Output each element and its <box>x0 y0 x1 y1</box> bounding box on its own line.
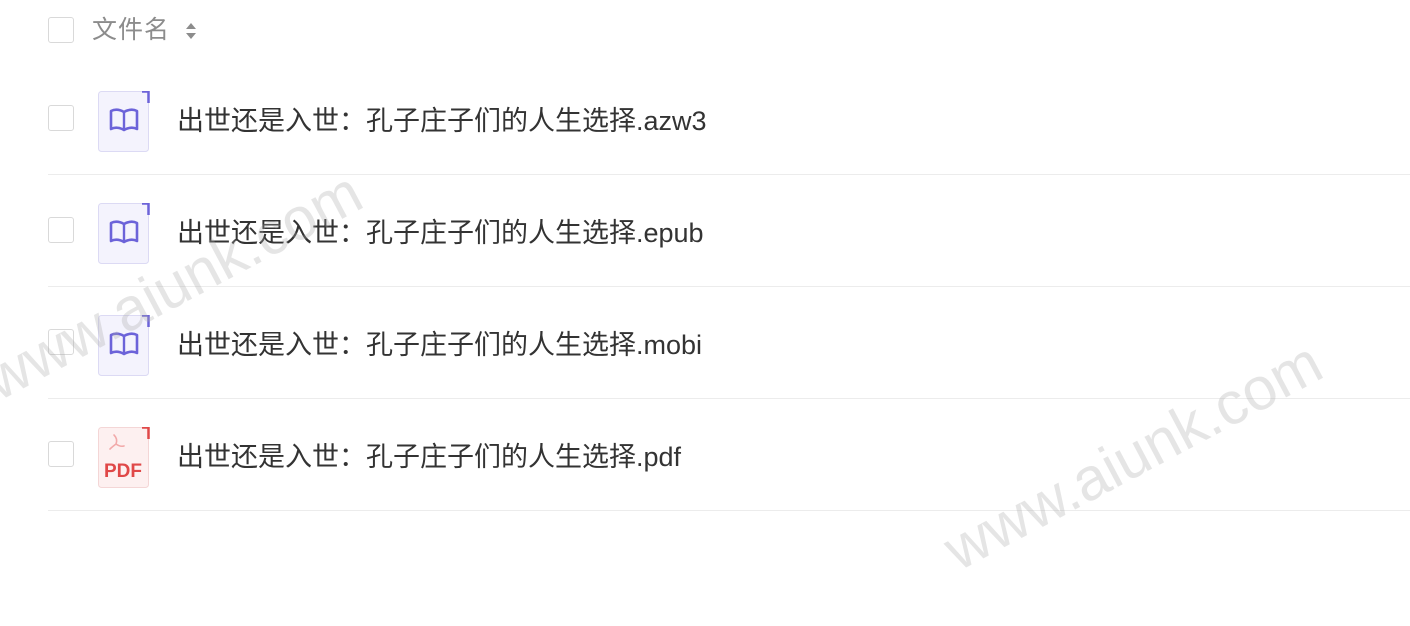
column-header-filename[interactable]: 文件名 <box>92 14 170 46</box>
file-row[interactable]: PDF 出世还是入世：孔子庄子们的人生选择.pdf <box>0 399 1410 511</box>
file-name[interactable]: 出世还是入世：孔子庄子们的人生选择.mobi <box>177 327 702 363</box>
row-checkbox[interactable] <box>48 441 74 467</box>
file-name[interactable]: 出世还是入世：孔子庄子们的人生选择.pdf <box>177 439 681 475</box>
file-row[interactable]: 出世还是入世：孔子庄子们的人生选择.mobi <box>0 287 1410 399</box>
file-list-page: 文件名 出世还是入世：孔子庄子们的人生选择.azw3 出世还是入世：孔子庄子们的… <box>0 0 1410 626</box>
select-all-checkbox[interactable] <box>48 17 74 43</box>
file-row[interactable]: 出世还是入世：孔子庄子们的人生选择.epub <box>0 175 1410 287</box>
row-checkbox[interactable] <box>48 217 74 243</box>
file-name[interactable]: 出世还是入世：孔子庄子们的人生选择.azw3 <box>177 103 707 139</box>
svg-text:PDF: PDF <box>104 461 142 482</box>
file-row[interactable]: 出世还是入世：孔子庄子们的人生选择.azw3 <box>0 63 1410 175</box>
sort-icon[interactable] <box>184 20 198 42</box>
file-name[interactable]: 出世还是入世：孔子庄子们的人生选择.epub <box>177 215 704 251</box>
ebook-file-icon <box>98 91 150 152</box>
row-checkbox[interactable] <box>48 105 74 131</box>
ebook-file-icon <box>98 203 150 264</box>
file-list-header: 文件名 <box>0 0 1410 62</box>
row-divider <box>48 510 1410 511</box>
ebook-file-icon <box>98 315 150 376</box>
row-checkbox[interactable] <box>48 329 74 355</box>
pdf-file-icon: PDF <box>98 427 150 488</box>
